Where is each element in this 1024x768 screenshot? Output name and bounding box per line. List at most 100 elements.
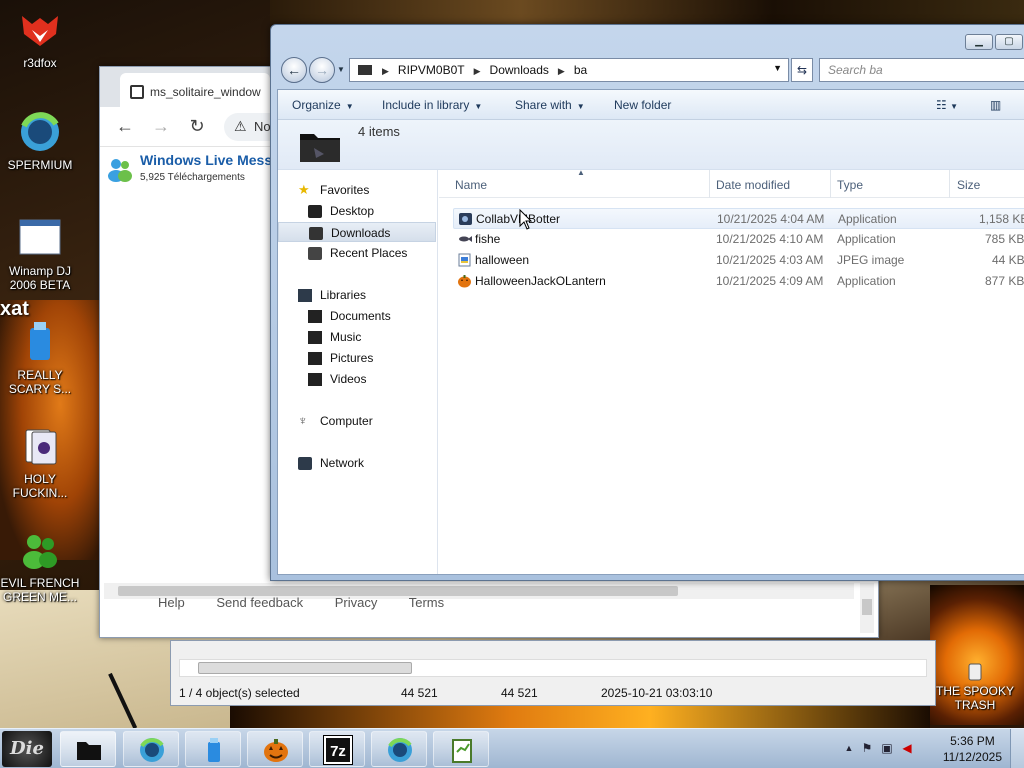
- column-type[interactable]: Type: [837, 178, 863, 192]
- nav-pictures[interactable]: Pictures: [278, 348, 436, 368]
- footer-link-privacy[interactable]: Privacy: [335, 595, 378, 610]
- recent-places-icon: [308, 247, 322, 260]
- new-folder-button[interactable]: New folder: [614, 98, 671, 112]
- file-row[interactable]: HalloweenJackOLantern 10/21/2025 4:09 AM…: [453, 271, 1024, 292]
- nav-libraries[interactable]: Libraries: [278, 285, 436, 305]
- footer-link-feedback[interactable]: Send feedback: [216, 595, 303, 610]
- nav-desktop[interactable]: Desktop: [278, 201, 436, 221]
- desktop-icon-spooky-trash[interactable]: THE SPOOKY TRASH: [935, 660, 1015, 712]
- notepad-plus-icon: [452, 739, 472, 763]
- refresh-icon[interactable]: ⇆: [791, 58, 813, 82]
- taskbar-7zip-button[interactable]: 7z: [309, 731, 365, 767]
- back-button[interactable]: ←: [281, 57, 307, 83]
- desktop-icon-r3dfox[interactable]: r3dfox: [0, 8, 80, 70]
- taskbar-pumpkin-button[interactable]: [247, 731, 303, 767]
- start-button[interactable]: Die: [2, 731, 52, 767]
- nav-computer[interactable]: ♆ Computer: [278, 411, 436, 431]
- file-row[interactable]: halloween 10/21/2025 4:03 AM JPEG image …: [453, 250, 1024, 271]
- explorer-body: Organize ▼ Include in library ▼ Share with…: [277, 89, 1024, 575]
- browser-tab[interactable]: ms_solitaire_window: [120, 73, 270, 107]
- footer-link-terms[interactable]: Terms: [409, 595, 444, 610]
- page-favicon-icon: [130, 85, 144, 99]
- caption-buttons: ▁ ▢: [963, 33, 1023, 50]
- file-date: 10/21/2025 4:10 AM: [716, 232, 824, 246]
- documents-icon: [308, 310, 322, 323]
- taskbar-usb-button[interactable]: [185, 731, 241, 767]
- tab-title: ms_solitaire_window: [150, 85, 261, 99]
- taskbar-browser-button[interactable]: [123, 731, 179, 767]
- chevron-down-icon[interactable]: ▼: [773, 63, 782, 73]
- size-value: 44 521: [401, 686, 438, 700]
- maximize-button[interactable]: ▢: [995, 34, 1023, 50]
- explorer-window[interactable]: ▁ ▢ ← → ▼ ▶ RIPVM0B0T ▶ Downloads ▶ ba ▼ ⇆ Sea…: [270, 24, 1024, 581]
- breadcrumb-item[interactable]: ba: [574, 63, 587, 77]
- chevron-right-icon[interactable]: ▶: [474, 66, 481, 76]
- seven-zip-icon: 7z: [323, 735, 353, 765]
- file-date: 10/21/2025 4:09 AM: [716, 274, 824, 288]
- desktop-icon-holy[interactable]: HOLY FUCKIN...: [0, 424, 80, 500]
- breadcrumb[interactable]: ▶ RIPVM0B0T ▶ Downloads ▶ ba ▼: [349, 58, 789, 82]
- forward-arrow-icon[interactable]: →: [150, 117, 172, 135]
- reload-icon[interactable]: ↻: [186, 117, 208, 135]
- file-size: 877 KB: [985, 274, 1024, 288]
- scroll-thumb[interactable]: [198, 662, 412, 674]
- nav-favorites[interactable]: ★ Favorites: [278, 180, 436, 200]
- breadcrumb-item[interactable]: Downloads: [490, 63, 549, 77]
- clock[interactable]: 5:36 PM 11/12/2025: [943, 733, 1002, 765]
- file-size: 44 KB: [992, 253, 1024, 267]
- file-row[interactable]: fishe 10/21/2025 4:10 AM Application 785…: [453, 229, 1024, 250]
- desktop-icon-evil-french[interactable]: EVIL FRENCH GREEN ME...: [0, 528, 80, 604]
- show-desktop-button[interactable]: [1010, 729, 1024, 768]
- selection-status: 1 / 4 object(s) selected: [179, 686, 300, 700]
- show-hidden-icons-icon[interactable]: ▲: [842, 742, 856, 755]
- recycle-bin-icon: [968, 663, 982, 681]
- network-tray-icon[interactable]: ▣: [880, 742, 894, 755]
- column-date-modified[interactable]: Date modified: [716, 178, 790, 192]
- desktop-icon-winamp[interactable]: Winamp DJ 2006 BETA: [0, 216, 80, 292]
- footer-link-help[interactable]: Help: [158, 595, 185, 610]
- action-center-flag-icon[interactable]: ⚑: [860, 742, 874, 755]
- clock-time: 5:36 PM: [950, 734, 995, 748]
- nav-downloads[interactable]: Downloads: [278, 222, 436, 242]
- desktop-icon-spermium[interactable]: SPERMIUM: [0, 110, 80, 172]
- share-with-button[interactable]: Share with ▼: [515, 98, 585, 112]
- nav-recent-places[interactable]: Recent Places: [278, 243, 436, 263]
- breadcrumb-item[interactable]: RIPVM0B0T: [398, 63, 465, 77]
- navigation-pane: ★ Favorites Desktop Downloads Recent Pla…: [278, 170, 438, 574]
- videos-icon: [308, 373, 322, 386]
- forward-button[interactable]: →: [309, 57, 335, 83]
- nav-network[interactable]: Network: [278, 453, 436, 473]
- file-type: Application: [838, 212, 897, 226]
- column-name[interactable]: Name: [455, 178, 487, 192]
- search-input[interactable]: Search ba: [819, 58, 1024, 82]
- minimize-button[interactable]: ▁: [965, 34, 993, 50]
- volume-muted-icon[interactable]: ◀: [900, 742, 914, 755]
- scroll-thumb[interactable]: [862, 599, 872, 615]
- chevron-right-icon[interactable]: ▶: [382, 66, 389, 76]
- file-row[interactable]: CollabVMBotter 10/21/2025 4:04 AM Applic…: [453, 208, 1024, 229]
- vertical-scrollbar[interactable]: [860, 583, 874, 633]
- winamp-window-icon: [19, 219, 61, 255]
- taskbar-browser2-button[interactable]: [371, 731, 427, 767]
- nav-music[interactable]: Music: [278, 327, 436, 347]
- horizontal-scrollbar[interactable]: [179, 659, 927, 677]
- taskbar-notepad-button[interactable]: [433, 731, 489, 767]
- nav-documents[interactable]: Documents: [278, 306, 436, 326]
- chevron-right-icon[interactable]: ▶: [558, 66, 565, 76]
- file-name: HalloweenJackOLantern: [475, 274, 606, 288]
- archive-window[interactable]: 1 / 4 object(s) selected 44 521 44 521 2…: [170, 640, 936, 706]
- view-options-icon[interactable]: ☷ ▼: [936, 98, 958, 112]
- network-icon: [298, 457, 312, 470]
- back-arrow-icon[interactable]: ←: [114, 117, 136, 135]
- application-icon: [459, 213, 472, 225]
- column-size[interactable]: Size: [957, 178, 980, 192]
- desktop-icon-really-scary[interactable]: REALLY SCARY S...: [0, 320, 80, 396]
- desktop-folder-icon: [308, 205, 322, 218]
- taskbar-explorer-button[interactable]: [60, 731, 116, 767]
- recent-pages-chevron-icon[interactable]: ▼: [337, 65, 345, 74]
- preview-pane-icon[interactable]: ▥: [990, 98, 1001, 112]
- nav-videos[interactable]: Videos: [278, 369, 436, 389]
- command-bar: Organize ▼ Include in library ▼ Share with…: [278, 90, 1024, 120]
- organize-button[interactable]: Organize ▼: [292, 98, 354, 112]
- include-in-library-button[interactable]: Include in library ▼: [382, 98, 482, 112]
